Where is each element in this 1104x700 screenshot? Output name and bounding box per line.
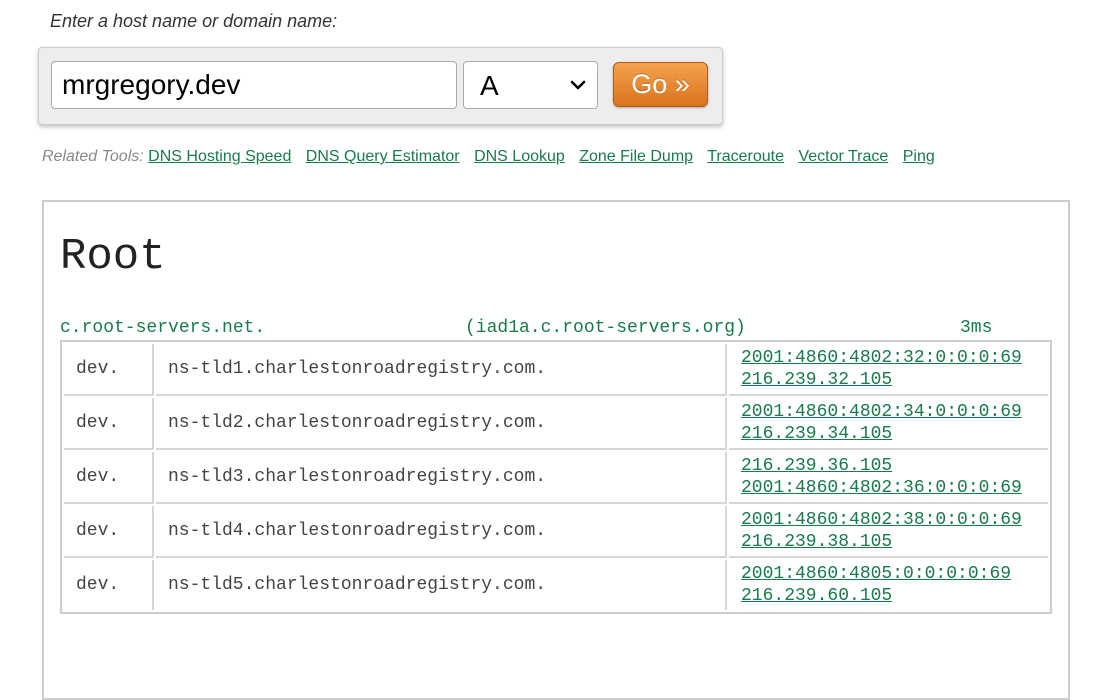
record-zone: dev. bbox=[64, 560, 154, 610]
record-zone: dev. bbox=[64, 398, 154, 450]
record-nameserver: ns-tld2.charlestonroadregistry.com. bbox=[156, 398, 727, 450]
record-zone: dev. bbox=[64, 452, 154, 504]
link-zone-file-dump[interactable]: Zone File Dump bbox=[579, 148, 693, 165]
record-nameserver: ns-tld5.charlestonroadregistry.com. bbox=[156, 560, 727, 610]
record-nameserver: ns-tld4.charlestonroadregistry.com. bbox=[156, 506, 727, 558]
records-table: dev. ns-tld1.charlestonroadregistry.com.… bbox=[60, 340, 1052, 614]
go-button[interactable]: Go » bbox=[613, 62, 708, 107]
lookup-prompt: Enter a host name or domain name: bbox=[50, 11, 338, 31]
record-nameserver: ns-tld1.charlestonroadregistry.com. bbox=[156, 344, 727, 396]
record-zone: dev. bbox=[64, 344, 154, 396]
link-ping[interactable]: Ping bbox=[903, 148, 935, 165]
record-ips: 2001:4860:4805:0:0:0:0:69 216.239.60.105 bbox=[729, 560, 1048, 610]
ip-link[interactable]: 216.239.32.105 bbox=[741, 369, 1036, 391]
record-zone: dev. bbox=[64, 506, 154, 558]
record-ips: 216.239.36.105 2001:4860:4802:36:0:0:0:6… bbox=[729, 452, 1048, 504]
ip-link[interactable]: 2001:4860:4802:38:0:0:0:69 bbox=[741, 509, 1036, 531]
section-title: Root bbox=[60, 232, 166, 282]
link-dns-hosting-speed[interactable]: DNS Hosting Speed bbox=[148, 148, 291, 165]
ip-link[interactable]: 216.239.38.105 bbox=[741, 531, 1036, 553]
server-instance: (iad1a.c.root-servers.org) bbox=[465, 318, 746, 338]
related-tools: Related Tools: DNS Hosting Speed DNS Que… bbox=[42, 148, 945, 166]
record-nameserver: ns-tld3.charlestonroadregistry.com. bbox=[156, 452, 727, 504]
record-ips: 2001:4860:4802:34:0:0:0:69 216.239.34.10… bbox=[729, 398, 1048, 450]
ip-link[interactable]: 2001:4860:4805:0:0:0:0:69 bbox=[741, 563, 1036, 585]
ip-link[interactable]: 216.239.34.105 bbox=[741, 423, 1036, 445]
link-dns-lookup[interactable]: DNS Lookup bbox=[474, 148, 565, 165]
table-row: dev. ns-tld1.charlestonroadregistry.com.… bbox=[64, 344, 1048, 396]
table-row: dev. ns-tld4.charlestonroadregistry.com.… bbox=[64, 506, 1048, 558]
chevron-down-icon bbox=[569, 76, 587, 99]
record-type-select[interactable]: A bbox=[463, 61, 598, 109]
ip-link[interactable]: 216.239.60.105 bbox=[741, 585, 1036, 607]
table-row: dev. ns-tld3.charlestonroadregistry.com.… bbox=[64, 452, 1048, 504]
record-ips: 2001:4860:4802:32:0:0:0:69 216.239.32.10… bbox=[729, 344, 1048, 396]
related-tools-label: Related Tools: bbox=[42, 148, 144, 165]
search-form: A Go » bbox=[38, 47, 723, 125]
server-response-time: 3ms bbox=[960, 318, 993, 338]
ip-link[interactable]: 2001:4860:4802:36:0:0:0:69 bbox=[741, 477, 1036, 499]
ip-link[interactable]: 216.239.36.105 bbox=[741, 455, 1036, 477]
ip-link[interactable]: 2001:4860:4802:32:0:0:0:69 bbox=[741, 347, 1036, 369]
record-type-value: A bbox=[480, 70, 499, 101]
link-traceroute[interactable]: Traceroute bbox=[707, 148, 784, 165]
link-vector-trace[interactable]: Vector Trace bbox=[798, 148, 888, 165]
table-row: dev. ns-tld5.charlestonroadregistry.com.… bbox=[64, 560, 1048, 610]
record-ips: 2001:4860:4802:38:0:0:0:69 216.239.38.10… bbox=[729, 506, 1048, 558]
server-name: c.root-servers.net. bbox=[60, 318, 266, 338]
ip-link[interactable]: 2001:4860:4802:34:0:0:0:69 bbox=[741, 401, 1036, 423]
host-name-input[interactable] bbox=[51, 61, 457, 109]
link-dns-query-estimator[interactable]: DNS Query Estimator bbox=[306, 148, 460, 165]
table-row: dev. ns-tld2.charlestonroadregistry.com.… bbox=[64, 398, 1048, 450]
